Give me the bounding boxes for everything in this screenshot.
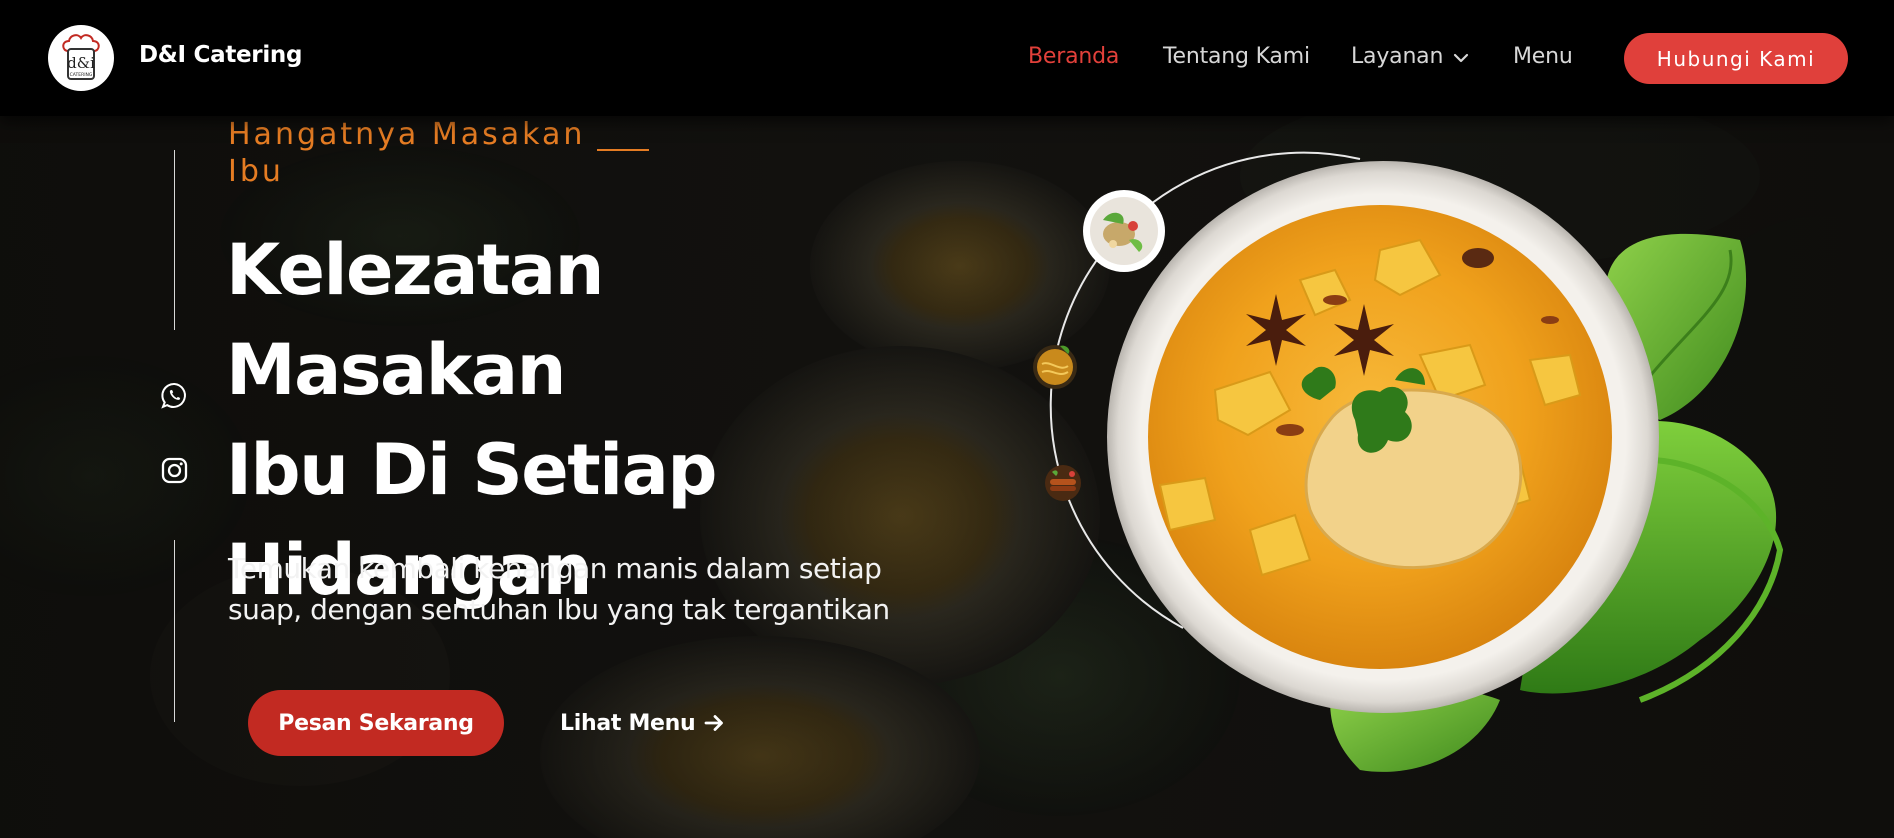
logo-text: d&i [67,54,95,72]
hero-eyebrow: Hangatnya Masakan Ibu [228,117,586,189]
nav-item-layanan[interactable]: Layanan [1351,44,1443,69]
noodle-dish-thumb[interactable] [1030,342,1080,392]
brand-name[interactable]: D&I Catering [139,42,302,68]
headline-line-1: Kelezatan Masakan [226,229,604,411]
brand-logo[interactable]: d&i CATERING [48,25,114,91]
view-menu-link[interactable]: Lihat Menu [560,708,725,738]
subtitle-line-2: suap, dengan sentuhan Ibu yang tak terga… [228,593,890,626]
side-divider-bottom [174,540,175,722]
instagram-icon[interactable] [160,456,189,485]
arrow-right-icon [704,715,724,731]
whatsapp-icon[interactable] [160,381,189,410]
order-now-button[interactable]: Pesan Sekarang [248,690,504,756]
nav-item-tentang-kami[interactable]: Tentang Kami [1163,44,1310,69]
side-divider-top [174,150,175,330]
subtitle-line-1: Temukan kembali kenangan manis dalam set… [228,552,882,585]
hero-subtitle: Temukan kembali kenangan manis dalam set… [228,548,948,630]
nav-item-beranda[interactable]: Beranda [1028,44,1119,69]
chevron-down-icon[interactable] [1453,52,1469,64]
salad-dish-thumb[interactable] [1083,190,1165,272]
contact-button[interactable]: Hubungi Kami [1624,33,1848,84]
eyebrow-rule [597,149,649,151]
headline-line-2: Ibu Di Setiap [226,429,718,511]
logo-subtext: CATERING [70,72,93,78]
nav-item-menu[interactable]: Menu [1513,44,1573,69]
navbar: d&i CATERING D&I Catering Beranda Tentan… [0,0,1894,116]
view-menu-label: Lihat Menu [560,710,696,736]
satay-dish-thumb[interactable] [1042,462,1084,504]
